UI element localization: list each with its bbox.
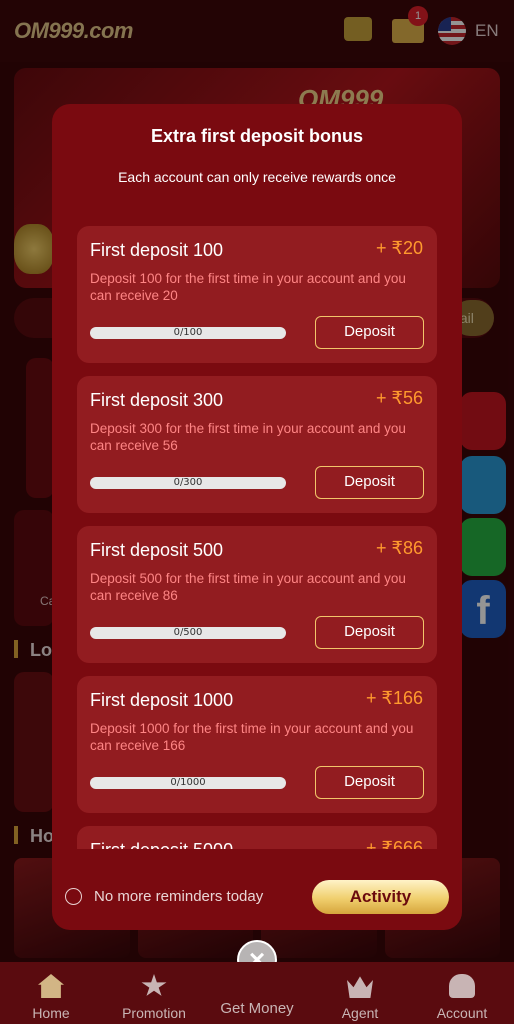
progress-text: 0/1000 — [170, 777, 206, 788]
bonus-list[interactable]: First deposit 100 + ₹20 Deposit 100 for … — [77, 226, 437, 849]
bonus-card: First deposit 1000 + ₹166 Deposit 1000 f… — [77, 676, 437, 813]
nav-label: Agent — [341, 1005, 379, 1021]
card-title: First deposit 1000 — [90, 690, 234, 710]
modal-subtitle: Each account can only receive rewards on… — [118, 169, 396, 185]
card-title: First deposit 100 — [90, 240, 224, 260]
nav-get-money[interactable]: Get Money — [207, 1000, 307, 1017]
progress-bar: 0/100 — [90, 327, 286, 339]
bonus-card: First deposit 5000 + ₹666 — [77, 826, 437, 849]
bonus-card: First deposit 100 + ₹20 Deposit 100 for … — [77, 226, 437, 363]
card-reward: + ₹166 — [366, 688, 423, 708]
nav-label: Account — [436, 1005, 488, 1021]
person-icon — [449, 974, 475, 998]
crown-icon — [347, 976, 373, 998]
no-reminder-label[interactable]: No more reminders today — [94, 888, 263, 905]
bonus-card: First deposit 500 + ₹86 Deposit 500 for … — [77, 526, 437, 663]
card-description: Deposit 100 for the first time in your a… — [90, 271, 406, 303]
card-reward: + ₹666 — [366, 838, 423, 849]
nav-agent[interactable]: Agent — [310, 962, 410, 1024]
progress-bar: 0/500 — [90, 627, 286, 639]
card-title: First deposit 300 — [90, 390, 224, 410]
nav-home[interactable]: Home — [1, 962, 101, 1024]
home-icon — [38, 974, 64, 998]
progress-bar: 0/300 — [90, 477, 286, 489]
nav-promotion[interactable]: Promotion — [104, 962, 204, 1024]
first-deposit-bonus-modal: Extra first deposit bonus Each account c… — [52, 104, 462, 930]
deposit-button[interactable]: Deposit — [315, 616, 424, 649]
star-icon — [141, 974, 167, 996]
nav-account[interactable]: Account — [412, 962, 512, 1024]
deposit-button[interactable]: Deposit — [315, 316, 424, 349]
nav-label: Promotion — [122, 1005, 186, 1021]
card-title: First deposit 500 — [90, 540, 224, 560]
progress-bar: 0/1000 — [90, 777, 286, 789]
progress-text: 0/300 — [173, 477, 203, 488]
card-description: Deposit 500 for the first time in your a… — [90, 571, 406, 603]
bonus-card: First deposit 300 + ₹56 Deposit 300 for … — [77, 376, 437, 513]
nav-label: Home — [32, 1005, 70, 1021]
card-description: Deposit 300 for the first time in your a… — [90, 421, 406, 453]
deposit-button[interactable]: Deposit — [315, 766, 424, 799]
progress-text: 0/500 — [173, 627, 203, 638]
card-title: First deposit 5000 — [90, 840, 233, 849]
deposit-button[interactable]: Deposit — [315, 466, 424, 499]
card-description: Deposit 1000 for the first time in your … — [90, 721, 414, 753]
progress-text: 0/100 — [173, 327, 203, 338]
modal-title: Extra first deposit bonus — [150, 126, 364, 146]
activity-button[interactable]: Activity — [312, 880, 449, 914]
card-reward: + ₹20 — [376, 238, 423, 258]
card-reward: + ₹86 — [376, 538, 423, 558]
card-reward: + ₹56 — [376, 388, 423, 408]
no-reminder-radio[interactable] — [65, 888, 82, 905]
